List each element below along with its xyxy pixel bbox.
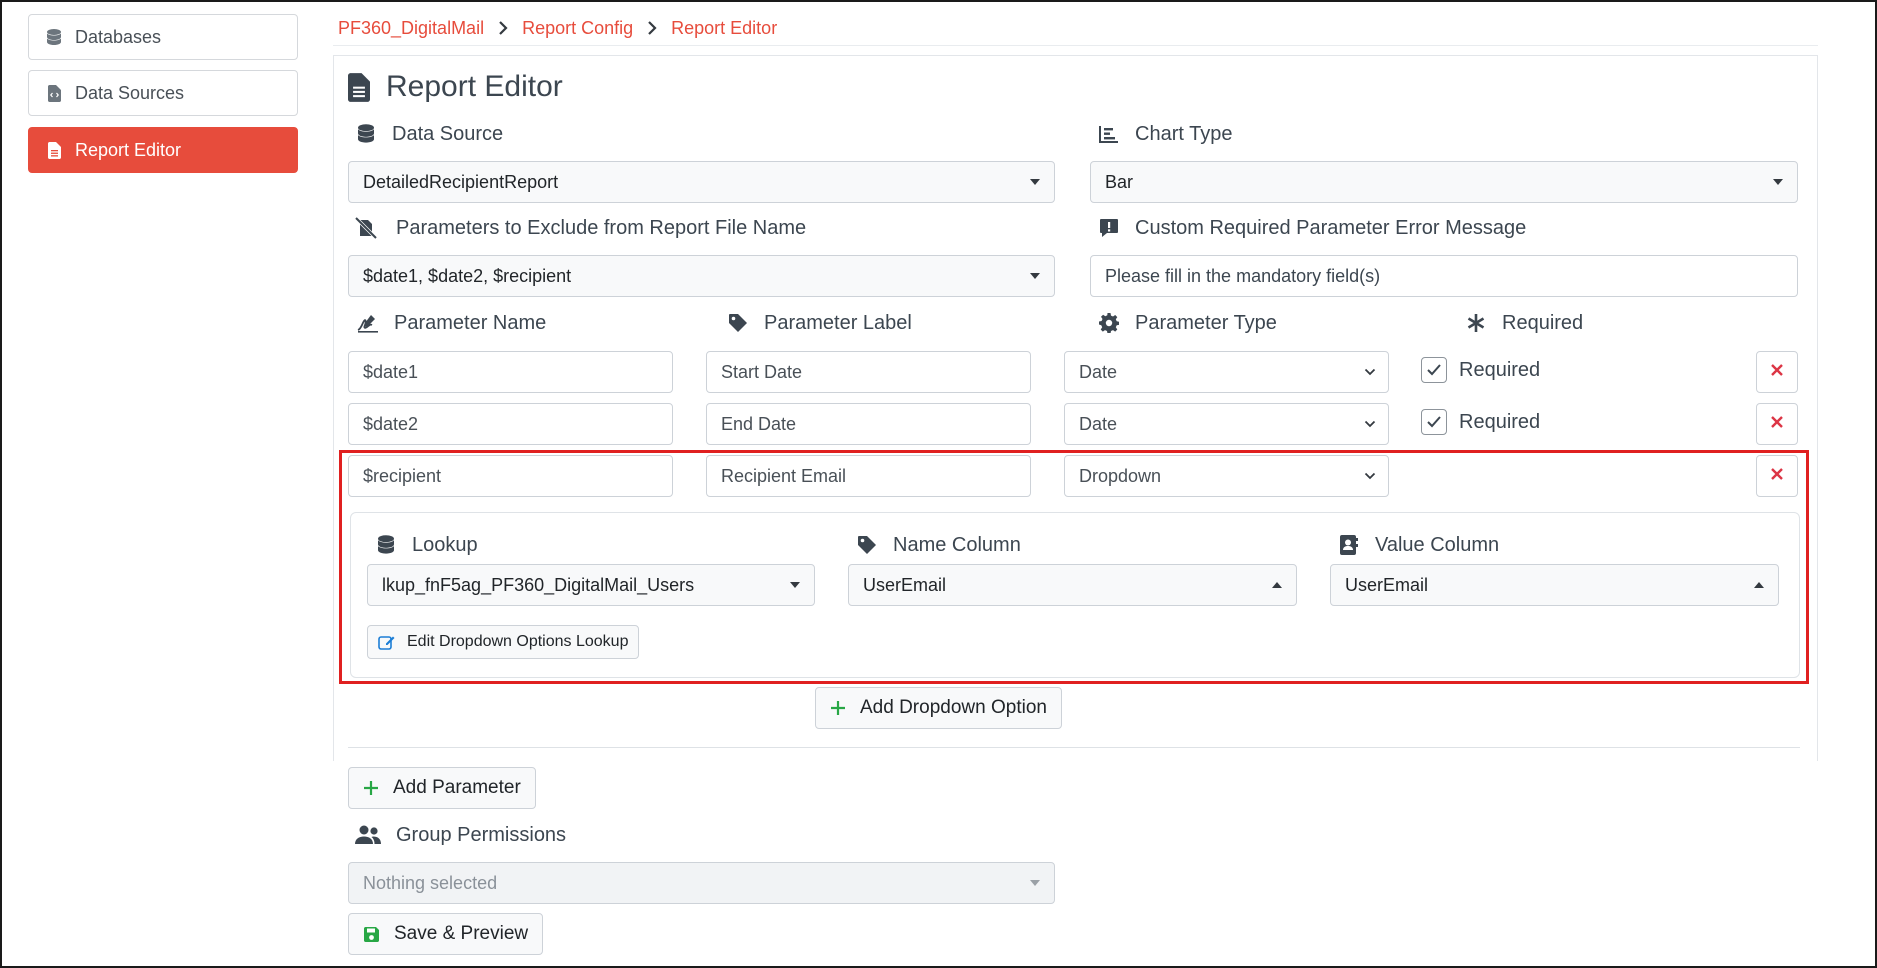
caret-down-icon [1030,179,1040,185]
parameter-name-input[interactable]: $recipient [348,455,673,497]
save-preview-button[interactable]: Save & Preview [348,913,544,955]
required-checkbox[interactable]: Required [1421,357,1540,383]
breadcrumb-divider [333,45,1818,46]
edit-icon [378,634,395,651]
database-icon [354,123,378,145]
sidebar-item-data-sources[interactable]: Data Sources [28,70,298,116]
check-icon [1421,409,1447,435]
parameter-name-input[interactable]: $date1 [348,351,673,393]
caret-up-icon [1754,582,1764,588]
required-checkbox[interactable]: Required [1421,409,1540,435]
exclude-params-select[interactable]: $date1, $date2, $recipient [348,255,1055,297]
remove-parameter-button[interactable] [1756,455,1798,497]
database-icon [374,534,398,556]
tag-icon [855,534,879,556]
plus-icon [363,780,379,796]
close-icon [1770,467,1784,486]
caret-up-icon [1272,582,1282,588]
value-column-select[interactable]: UserEmail [1330,564,1779,606]
breadcrumb: PF360_DigitalMail Report Config Report E… [338,14,777,42]
file-alt-icon [45,141,63,159]
parameter-type-select[interactable]: Dropdown [1064,455,1389,497]
data-source-label: Data Source [354,119,503,149]
group-permissions-label: Group Permissions [354,820,566,850]
lookup-select[interactable]: lkup_fnF5ag_PF360_DigitalMail_Users [367,564,815,606]
caret-down-icon [1030,273,1040,279]
close-icon [1770,415,1784,434]
required-header: Required [1464,308,1583,338]
asterisk-icon [1464,312,1488,334]
database-icon [45,28,63,46]
sidebar-item-label: Data Sources [75,82,185,103]
group-permissions-select[interactable]: Nothing selected [348,862,1055,904]
value-column-label: Value Column [1337,530,1499,560]
divider [348,747,1800,748]
chevron-down-icon [1364,469,1376,483]
add-dropdown-option-button[interactable]: Add Dropdown Option [815,687,1062,729]
chevron-down-icon [1364,417,1376,431]
comment-exclamation-icon [1097,217,1121,239]
parameter-label-header: Parameter Label [726,308,912,338]
parameter-name-input[interactable]: $date2 [348,403,673,445]
page-title: Report Editor [348,70,563,104]
chevron-right-icon [647,20,657,36]
file-alt-icon [348,72,370,102]
chart-type-label: Chart Type [1097,119,1232,149]
parameter-type-select[interactable]: Date [1064,403,1389,445]
caret-down-icon [790,582,800,588]
name-column-select[interactable]: UserEmail [848,564,1297,606]
caret-down-icon [1773,179,1783,185]
custom-error-label: Custom Required Parameter Error Message [1097,213,1526,243]
breadcrumb-item-report-config[interactable]: Report Config [522,18,633,39]
data-source-select[interactable]: DetailedRecipientReport [348,161,1055,203]
parameter-label-input[interactable]: Recipient Email [706,455,1031,497]
parameter-type-select[interactable]: Date [1064,351,1389,393]
breadcrumb-item-report-editor[interactable]: Report Editor [671,18,777,39]
file-slash-icon [354,217,378,239]
file-code-icon [45,84,63,102]
parameter-name-header: Parameter Name [356,308,546,338]
signature-icon [356,312,380,334]
breadcrumb-item-app[interactable]: PF360_DigitalMail [338,18,484,39]
save-icon [363,926,380,943]
chart-type-select[interactable]: Bar [1090,161,1798,203]
sidebar-item-databases[interactable]: Databases [28,14,298,60]
chevron-down-icon [1364,365,1376,379]
remove-parameter-button[interactable] [1756,351,1798,393]
exclude-params-label: Parameters to Exclude from Report File N… [354,213,806,243]
gear-icon [1097,312,1121,334]
users-icon [354,824,382,846]
check-icon [1421,357,1447,383]
parameter-type-header: Parameter Type [1097,308,1277,338]
tag-icon [726,312,750,334]
sidebar-item-label: Databases [75,26,162,47]
chevron-right-icon [498,20,508,36]
sidebar-item-report-editor[interactable]: Report Editor [28,127,298,173]
close-icon [1770,363,1784,382]
add-parameter-button[interactable]: Add Parameter [348,767,536,809]
sidebar-item-label: Report Editor [75,139,182,160]
address-book-icon [1337,534,1361,556]
edit-dropdown-lookup-button[interactable]: Edit Dropdown Options Lookup [367,625,640,659]
chart-bar-icon [1097,123,1121,145]
caret-down-icon [1030,880,1040,886]
parameter-label-input[interactable]: End Date [706,403,1031,445]
remove-parameter-button[interactable] [1756,403,1798,445]
plus-icon [830,700,846,716]
name-column-label: Name Column [855,530,1021,560]
lookup-label: Lookup [374,530,478,560]
parameter-label-input[interactable]: Start Date [706,351,1031,393]
custom-error-input[interactable]: Please fill in the mandatory field(s) [1090,255,1798,297]
